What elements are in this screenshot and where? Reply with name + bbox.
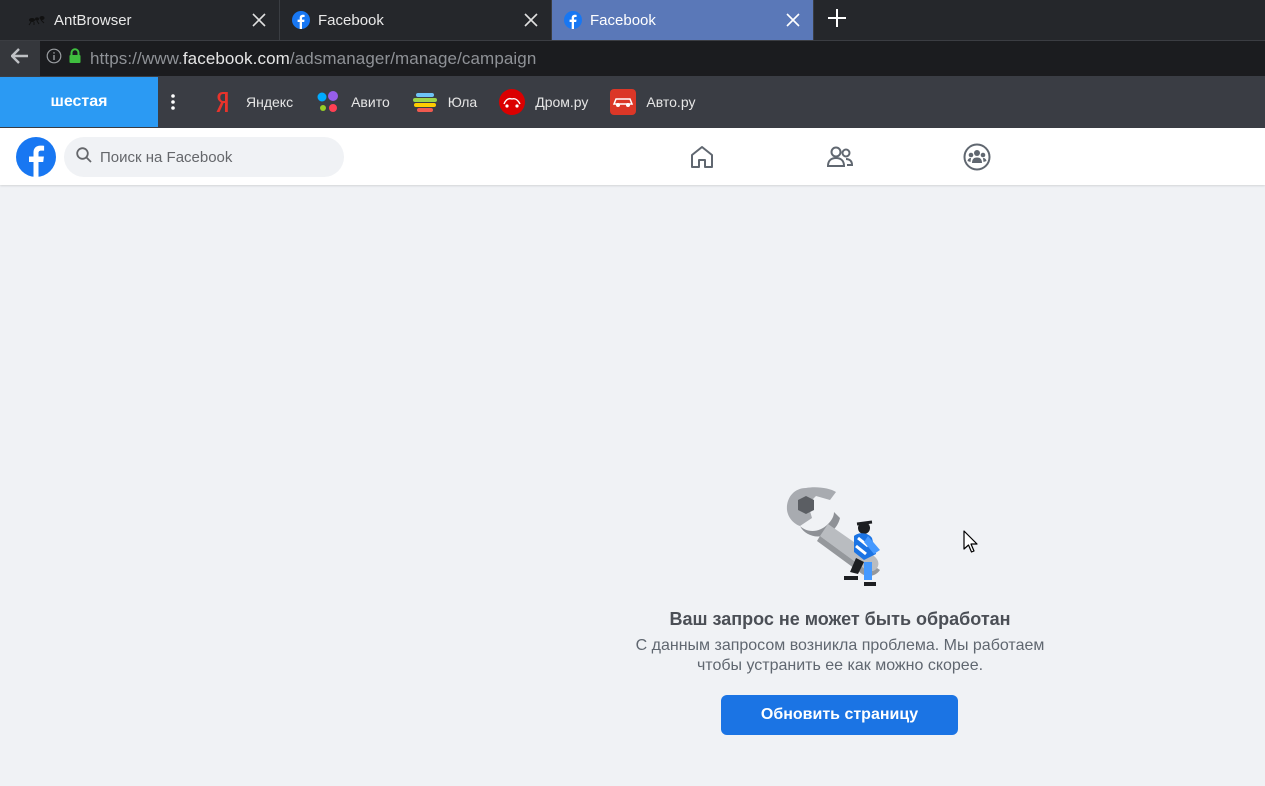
url-prefix: https://www. [90,48,183,68]
yandex-icon [210,89,236,115]
url-host: facebook.com [182,48,290,68]
friends-icon[interactable] [825,142,855,172]
close-icon[interactable] [521,10,541,30]
bookmarks-bar: шестая Яндекс Авито Юла Дром.ру Авто.ру [0,76,1265,128]
menu-dots-icon[interactable] [158,77,188,127]
groups-icon[interactable] [962,142,992,172]
info-icon[interactable] [46,48,62,69]
bookmark-drom[interactable]: Дром.ру [499,89,588,115]
new-tab-button[interactable] [814,0,860,40]
error-title: Ваш запрос не может быть обработан [669,609,1011,629]
back-button[interactable] [0,40,40,77]
tab-facebook-2[interactable]: Facebook [552,0,814,40]
tab-bar: AntBrowser Facebook Facebook [0,0,1265,40]
bookmark-avito[interactable]: Авито [315,89,390,115]
address-bar: https://www.facebook.com/adsmanager/mana… [0,40,1265,77]
search-box[interactable] [64,137,344,177]
reload-page-button[interactable]: Обновить страницу [721,695,958,735]
yula-icon [412,89,438,115]
bookmark-label: Авито [351,94,390,110]
search-icon [76,146,92,168]
close-icon[interactable] [783,10,803,30]
bookmark-label: Дром.ру [535,94,589,110]
tab-facebook-1[interactable]: Facebook [280,0,552,40]
drom-icon [499,89,526,115]
wrench-illustration [784,484,896,590]
bookmark-label: Авто.ру [646,94,696,110]
bookmark-autoru[interactable]: Авто.ру [610,89,695,115]
url-field[interactable]: https://www.facebook.com/adsmanager/mana… [90,49,536,69]
autoru-icon [610,89,637,115]
lock-icon[interactable] [68,48,82,69]
arrow-left-icon [10,48,29,69]
error-description-line: С данным запросом возникла проблема. Мы … [635,637,1045,654]
home-icon[interactable] [687,142,717,172]
plus-icon [828,8,846,32]
bookmark-yandex[interactable]: Яндекс [210,89,293,115]
profile-button[interactable]: шестая [0,77,158,127]
url-path: /adsmanager/manage/campaign [289,48,537,68]
facebook-icon [564,11,582,29]
bookmark-label: Юла [447,94,478,110]
tab-title: AntBrowser [54,11,132,29]
error-description: С данным запросом возникла проблема. Мы … [560,636,1120,676]
avito-icon [315,89,341,115]
mouse-cursor-icon [963,530,979,554]
close-icon[interactable] [249,10,269,30]
facebook-logo-icon[interactable] [16,137,56,177]
tab-title: Facebook [590,11,656,29]
bookmark-yula[interactable]: Юла [412,89,477,115]
facebook-header [0,128,1265,185]
bookmark-label: Яндекс [246,94,294,110]
search-input[interactable] [100,148,330,166]
ant-icon [28,11,46,29]
tab-title: Facebook [318,11,384,29]
facebook-icon [292,11,310,29]
tab-antbrowser[interactable]: AntBrowser [0,0,280,40]
error-description-line: чтобы устранить ее как можно скорее. [696,657,984,674]
